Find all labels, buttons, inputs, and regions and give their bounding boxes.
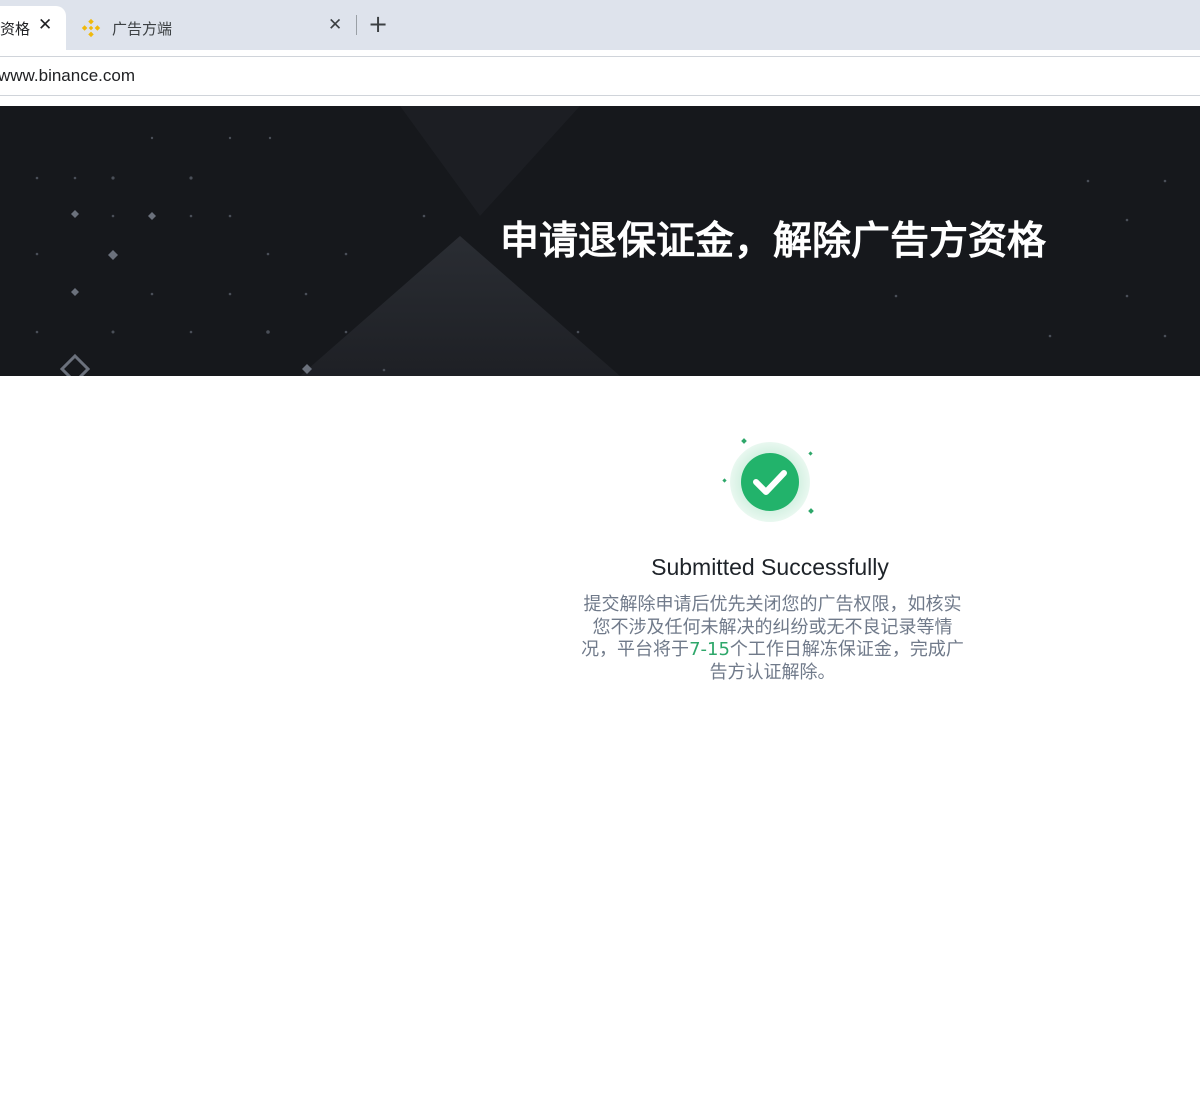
- tab-separator: [356, 15, 357, 35]
- description-highlight: 7-15: [689, 639, 730, 660]
- tab-active[interactable]: 资格 ✕: [0, 6, 66, 50]
- address-bar[interactable]: www.binance.com: [0, 56, 1200, 96]
- close-icon[interactable]: ✕: [38, 17, 52, 34]
- tab-title: 广告方端: [112, 19, 173, 38]
- success-description: 提交解除申请后优先关闭您的广告权限，如核实您不涉及任何未解决的纠纷或无不良记录等…: [580, 594, 965, 684]
- tab-title: 资格: [0, 19, 31, 38]
- binance-logo-icon: [81, 18, 101, 38]
- browser-tab-strip: 资格 ✕ 广告方端 ✕ +: [0, 0, 1200, 50]
- url-text[interactable]: www.binance.com: [0, 66, 135, 86]
- page-title: 申请退保证金，解除广告方资格: [500, 219, 1047, 264]
- description-text-end: 个工作日解冻保证金，完成广告方认证解除。: [709, 639, 964, 683]
- check-circle-icon: [722, 438, 814, 522]
- tab-advertiser[interactable]: 广告方端 ✕: [80, 6, 350, 50]
- new-tab-button[interactable]: +: [366, 11, 390, 39]
- close-icon[interactable]: ✕: [328, 17, 342, 34]
- hero-banner: 申请退保证金，解除广告方资格: [0, 106, 1200, 376]
- success-title: Submitted Successfully: [651, 554, 889, 580]
